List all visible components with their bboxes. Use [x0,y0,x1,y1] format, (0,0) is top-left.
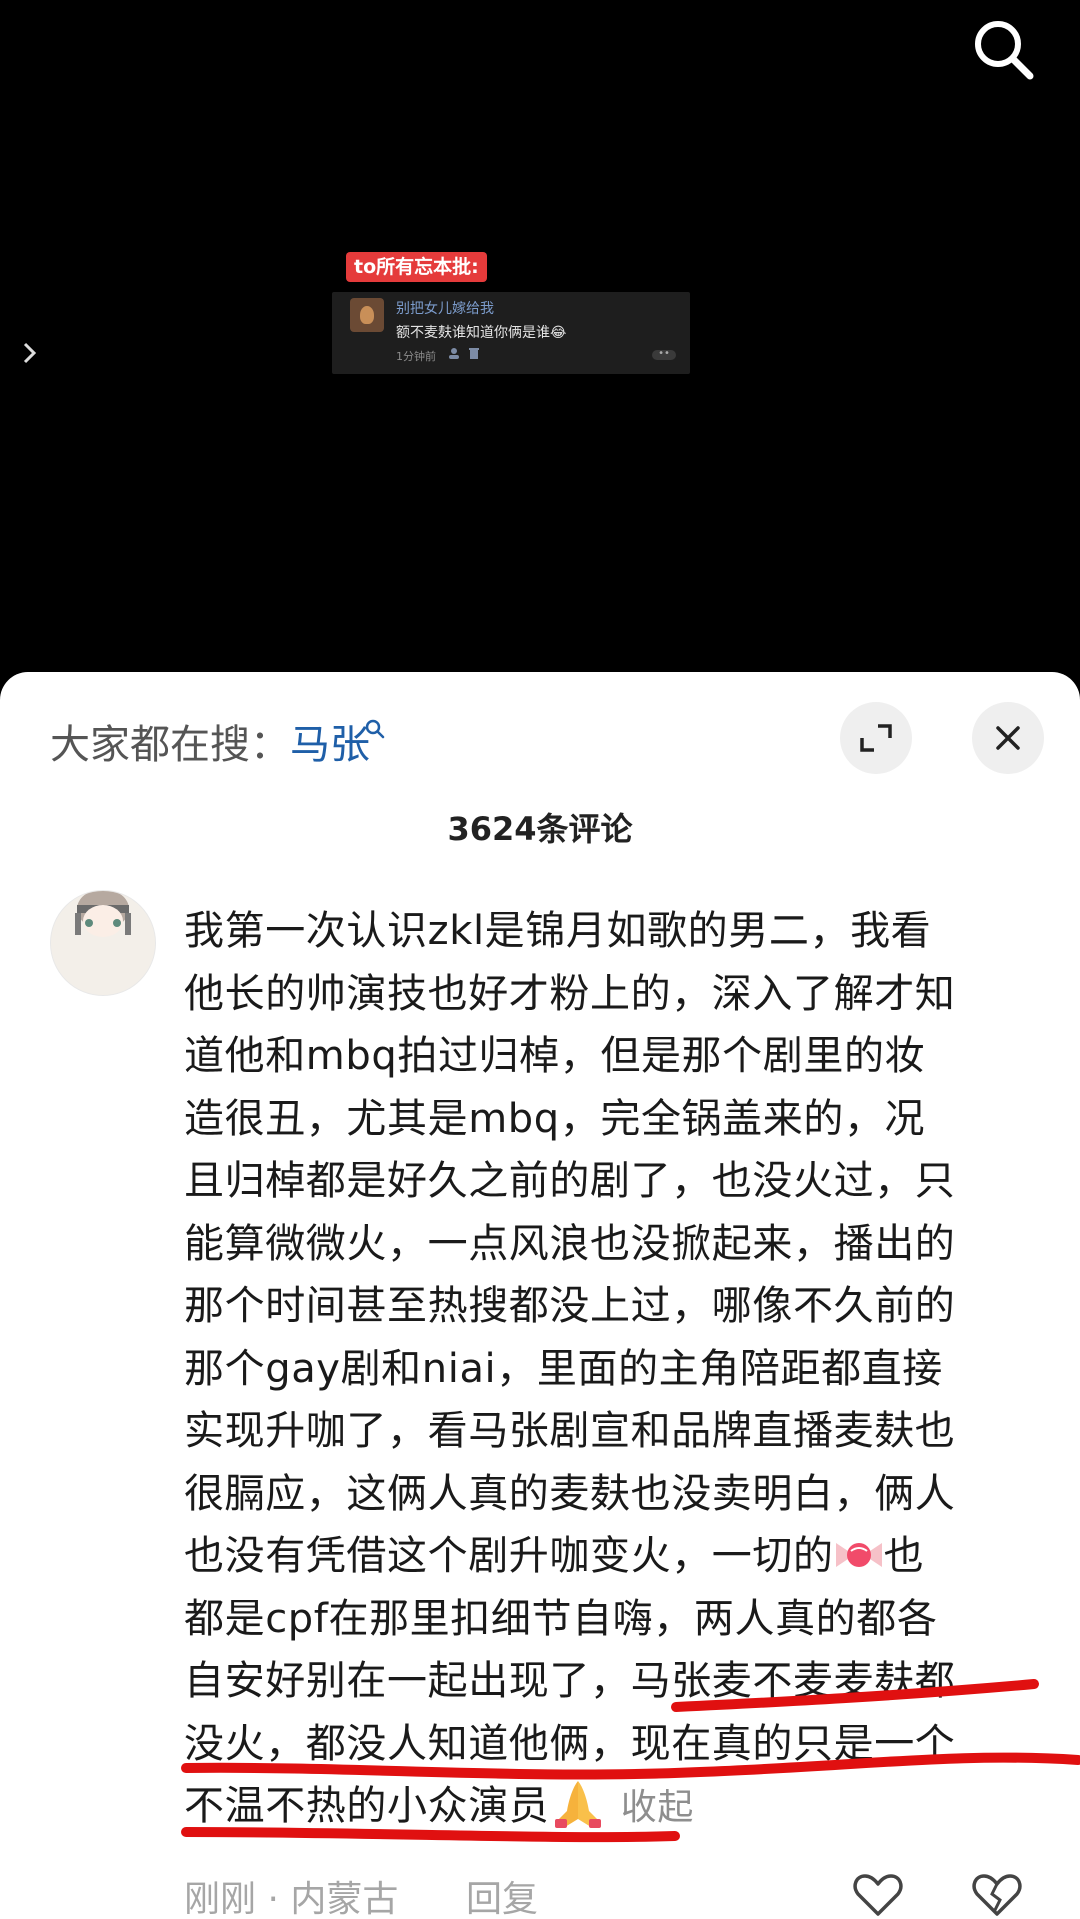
close-button[interactable] [972,702,1044,774]
avatar[interactable] [50,890,156,996]
chevron-right-icon[interactable] [18,338,42,368]
expand-button[interactable] [840,702,912,774]
embedded-username: 别把女儿嫁给我 [396,301,494,317]
collapse-link[interactable]: 收起 [621,1787,694,1828]
comment-line: 都是cpf在那里扣细节自嗨，两人真的都各 [184,1595,938,1642]
avatar-image [51,891,155,995]
comment-text: 我第一次认识zkl是锦月如歌的男二，我看 他长的帅演技也好才粉上的，深入了解才知… [184,900,1044,1838]
close-icon [996,726,1020,750]
candy-icon [835,1543,882,1567]
comment-line: 能算微微火，一点风浪也没掀起来，播出的 [184,1220,956,1267]
user-icon [449,348,459,359]
embedded-more-button: •• [652,349,676,360]
comment-line: 很膈应，这俩人真的麦麸也没卖明白，俩人 [184,1470,956,1517]
comment-line: 那个gay剧和niai，里面的主角陪距都直接 [184,1345,943,1392]
comment-time-location: 刚刚 · 内蒙古 [184,1879,399,1919]
comment-line: 我第一次认识zkl是锦月如歌的男二，我看 [184,908,932,954]
comment-line: 那个时间甚至热搜都没上过，哪像不久前的 [184,1283,956,1329]
comment-line: 且归棹都是好久之前的剧了，也没火过，只 [184,1158,956,1204]
comment-sheet: 大家都在搜：马张 3624条评论 我第一次认识zkl是锦月如歌的男二，我看 他长… [0,672,1080,1919]
comment-line-part: 也没有凭借这个剧升咖变火，一切的 [184,1533,834,1579]
comment-line: 道他和mbq拍过归棹，但是那个剧里的妆 [184,1033,926,1079]
video-area[interactable]: to所有忘本批: 别把女儿嫁给我 额不麦麸谁知道你俩是谁😂 1分钟前 •• [0,0,1080,680]
hot-search-label: 大家都在搜： [50,722,290,768]
comment-line: 他长的帅演技也好才粉上的，深入了解才知 [184,970,956,1017]
praying-hands-icon [555,1781,602,1828]
embedded-time: 1分钟前 [396,350,436,363]
small-search-icon [365,719,385,739]
comment-line: 不温不热的小众演员 收起 [184,1775,1044,1838]
embedded-avatar [350,298,384,332]
embedded-comment-text: 额不麦麸谁知道你俩是谁😂 [396,325,567,341]
embedded-comment-card: 别把女儿嫁给我 额不麦麸谁知道你俩是谁😂 1分钟前 •• [332,292,690,374]
heart-icon[interactable] [852,1872,904,1918]
comment-count: 3624条评论 [447,810,633,848]
reply-button[interactable]: 回复 [466,1870,538,1919]
comment-line: 自安好别在一起出现了，马张麦不麦麦麸都 [184,1658,956,1704]
comment-line-part: 不温不热的小众演员 [184,1783,550,1829]
broken-heart-icon[interactable] [970,1872,1024,1918]
overlay-tag: to所有忘本批: [346,252,487,282]
search-icon[interactable] [968,14,1040,86]
hot-search[interactable]: 大家都在搜：马张 [50,712,370,770]
comment-line-part: 也 [883,1533,925,1579]
expand-icon [860,724,892,752]
comment-line: 没火，都没人知道他俩，现在真的只是一个 [184,1720,956,1767]
comment-line: 造很丑，尤其是mbq，完全锅盖来的，况 [184,1095,926,1142]
trash-icon [469,348,479,359]
comment-line: 实现升咖了，看马张剧宣和品牌直播麦麸也 [184,1408,956,1454]
hot-search-term[interactable]: 马张 [290,722,370,768]
comment-line: 也没有凭借这个剧升咖变火，一切的 也 [184,1525,1044,1588]
